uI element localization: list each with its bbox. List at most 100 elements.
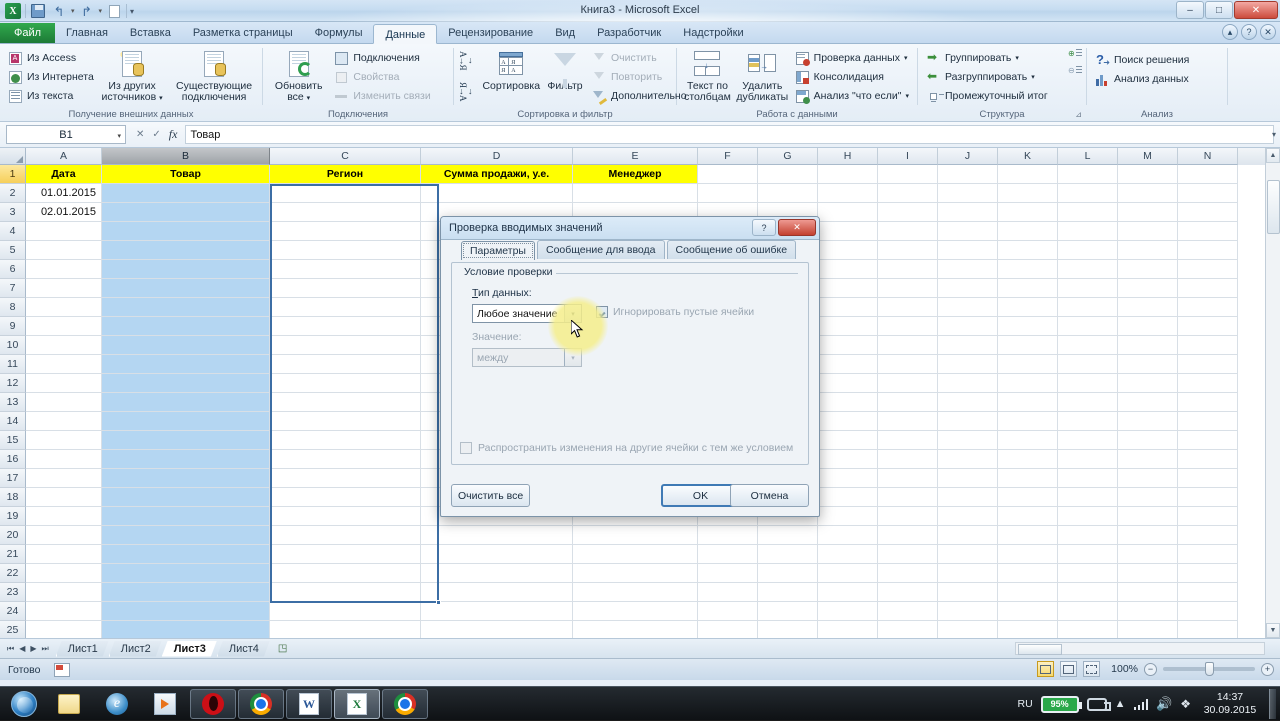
cell-j9[interactable] (938, 317, 998, 336)
cell-b15[interactable] (102, 431, 270, 450)
cell-a15[interactable] (26, 431, 102, 450)
cell-a4[interactable] (26, 222, 102, 241)
cell-i3[interactable] (878, 203, 938, 222)
zoom-in-button[interactable]: + (1261, 662, 1274, 676)
cell-g22[interactable] (758, 564, 818, 583)
horizontal-scroll-track[interactable] (1015, 642, 1265, 655)
cell-l23[interactable] (1058, 583, 1118, 602)
cell-h22[interactable] (818, 564, 878, 583)
cell-i1[interactable] (878, 165, 938, 184)
from-access-button[interactable]: A Из Access (5, 49, 93, 67)
cell-a5[interactable] (26, 241, 102, 260)
cell-b2[interactable] (102, 184, 270, 203)
cell-i17[interactable] (878, 469, 938, 488)
volume-icon[interactable]: 🔊 (1156, 696, 1172, 712)
cell-j19[interactable] (938, 507, 998, 526)
apply-to-all-row[interactable]: Распространить изменения на другие ячейк… (460, 442, 798, 454)
cell-k22[interactable] (998, 564, 1058, 583)
close-ribbon-icon[interactable]: ✕ (1260, 24, 1276, 40)
row-header-19[interactable]: 19 (0, 507, 26, 526)
zoom-out-button[interactable]: − (1144, 662, 1157, 676)
cell-b10[interactable] (102, 336, 270, 355)
cell-b9[interactable] (102, 317, 270, 336)
enter-icon[interactable]: ✓ (152, 129, 160, 140)
cell-j1[interactable] (938, 165, 998, 184)
cell-m8[interactable] (1118, 298, 1178, 317)
cell-d24[interactable] (421, 602, 573, 621)
name-box[interactable]: B1 ▾ (6, 125, 126, 144)
cell-l10[interactable] (1058, 336, 1118, 355)
cell-b3[interactable] (102, 203, 270, 222)
cell-l18[interactable] (1058, 488, 1118, 507)
cell-i13[interactable] (878, 393, 938, 412)
cell-c13[interactable] (270, 393, 421, 412)
cell-c22[interactable] (270, 564, 421, 583)
cell-h17[interactable] (818, 469, 878, 488)
cell-k19[interactable] (998, 507, 1058, 526)
cell-n7[interactable] (1178, 279, 1238, 298)
cell-m6[interactable] (1118, 260, 1178, 279)
cell-j4[interactable] (938, 222, 998, 241)
cell-j18[interactable] (938, 488, 998, 507)
cell-a24[interactable] (26, 602, 102, 621)
cell-m15[interactable] (1118, 431, 1178, 450)
column-header-n[interactable]: N (1178, 148, 1238, 165)
cell-m25[interactable] (1118, 621, 1178, 638)
cell-j2[interactable] (938, 184, 998, 203)
consolidate-button[interactable]: Консолидация (792, 68, 912, 86)
cell-n4[interactable] (1178, 222, 1238, 241)
dialog-close-icon[interactable]: ✕ (778, 219, 816, 236)
cell-l22[interactable] (1058, 564, 1118, 583)
cell-k1[interactable] (998, 165, 1058, 184)
select-all-corner[interactable] (0, 148, 26, 165)
cell-h16[interactable] (818, 450, 878, 469)
help-icon[interactable]: ? (1241, 24, 1257, 40)
column-header-c[interactable]: C (270, 148, 421, 165)
row-header-15[interactable]: 15 (0, 431, 26, 450)
scroll-up-icon[interactable]: ▲ (1266, 148, 1280, 163)
cell-n17[interactable] (1178, 469, 1238, 488)
row-header-5[interactable]: 5 (0, 241, 26, 260)
cell-g1[interactable] (758, 165, 818, 184)
cell-l14[interactable] (1058, 412, 1118, 431)
cell-l16[interactable] (1058, 450, 1118, 469)
row-header-18[interactable]: 18 (0, 488, 26, 507)
cell-i12[interactable] (878, 374, 938, 393)
chrome-window-icon[interactable] (382, 688, 428, 719)
cell-n24[interactable] (1178, 602, 1238, 621)
insert-function-icon[interactable]: fx (169, 127, 178, 142)
cell-c11[interactable] (270, 355, 421, 374)
cell-i4[interactable] (878, 222, 938, 241)
cell-h14[interactable] (818, 412, 878, 431)
cell-a14[interactable] (26, 412, 102, 431)
cell-l8[interactable] (1058, 298, 1118, 317)
cell-c3[interactable] (270, 203, 421, 222)
subtotal-button[interactable]: Промежуточный итог (923, 87, 1063, 105)
cell-n13[interactable] (1178, 393, 1238, 412)
cell-f23[interactable] (698, 583, 758, 602)
cell-h12[interactable] (818, 374, 878, 393)
excel-icon[interactable] (334, 688, 380, 719)
cell-m19[interactable] (1118, 507, 1178, 526)
cell-c23[interactable] (270, 583, 421, 602)
row-header-25[interactable]: 25 (0, 621, 26, 638)
cell-l1[interactable] (1058, 165, 1118, 184)
column-header-e[interactable]: E (573, 148, 698, 165)
cell-a22[interactable] (26, 564, 102, 583)
cell-i2[interactable] (878, 184, 938, 203)
column-header-b[interactable]: B (102, 148, 270, 165)
cell-k23[interactable] (998, 583, 1058, 602)
row-header-14[interactable]: 14 (0, 412, 26, 431)
page-layout-view-button[interactable] (1060, 661, 1077, 677)
show-desktop-button[interactable] (1269, 689, 1276, 719)
cell-a25[interactable] (26, 621, 102, 638)
cell-h2[interactable] (818, 184, 878, 203)
cell-f20[interactable] (698, 526, 758, 545)
cell-j11[interactable] (938, 355, 998, 374)
cell-d25[interactable] (421, 621, 573, 638)
cell-c14[interactable] (270, 412, 421, 431)
cell-a23[interactable] (26, 583, 102, 602)
column-header-d[interactable]: D (421, 148, 573, 165)
chevron-down-icon[interactable]: ▾ (905, 92, 909, 100)
cell-b20[interactable] (102, 526, 270, 545)
